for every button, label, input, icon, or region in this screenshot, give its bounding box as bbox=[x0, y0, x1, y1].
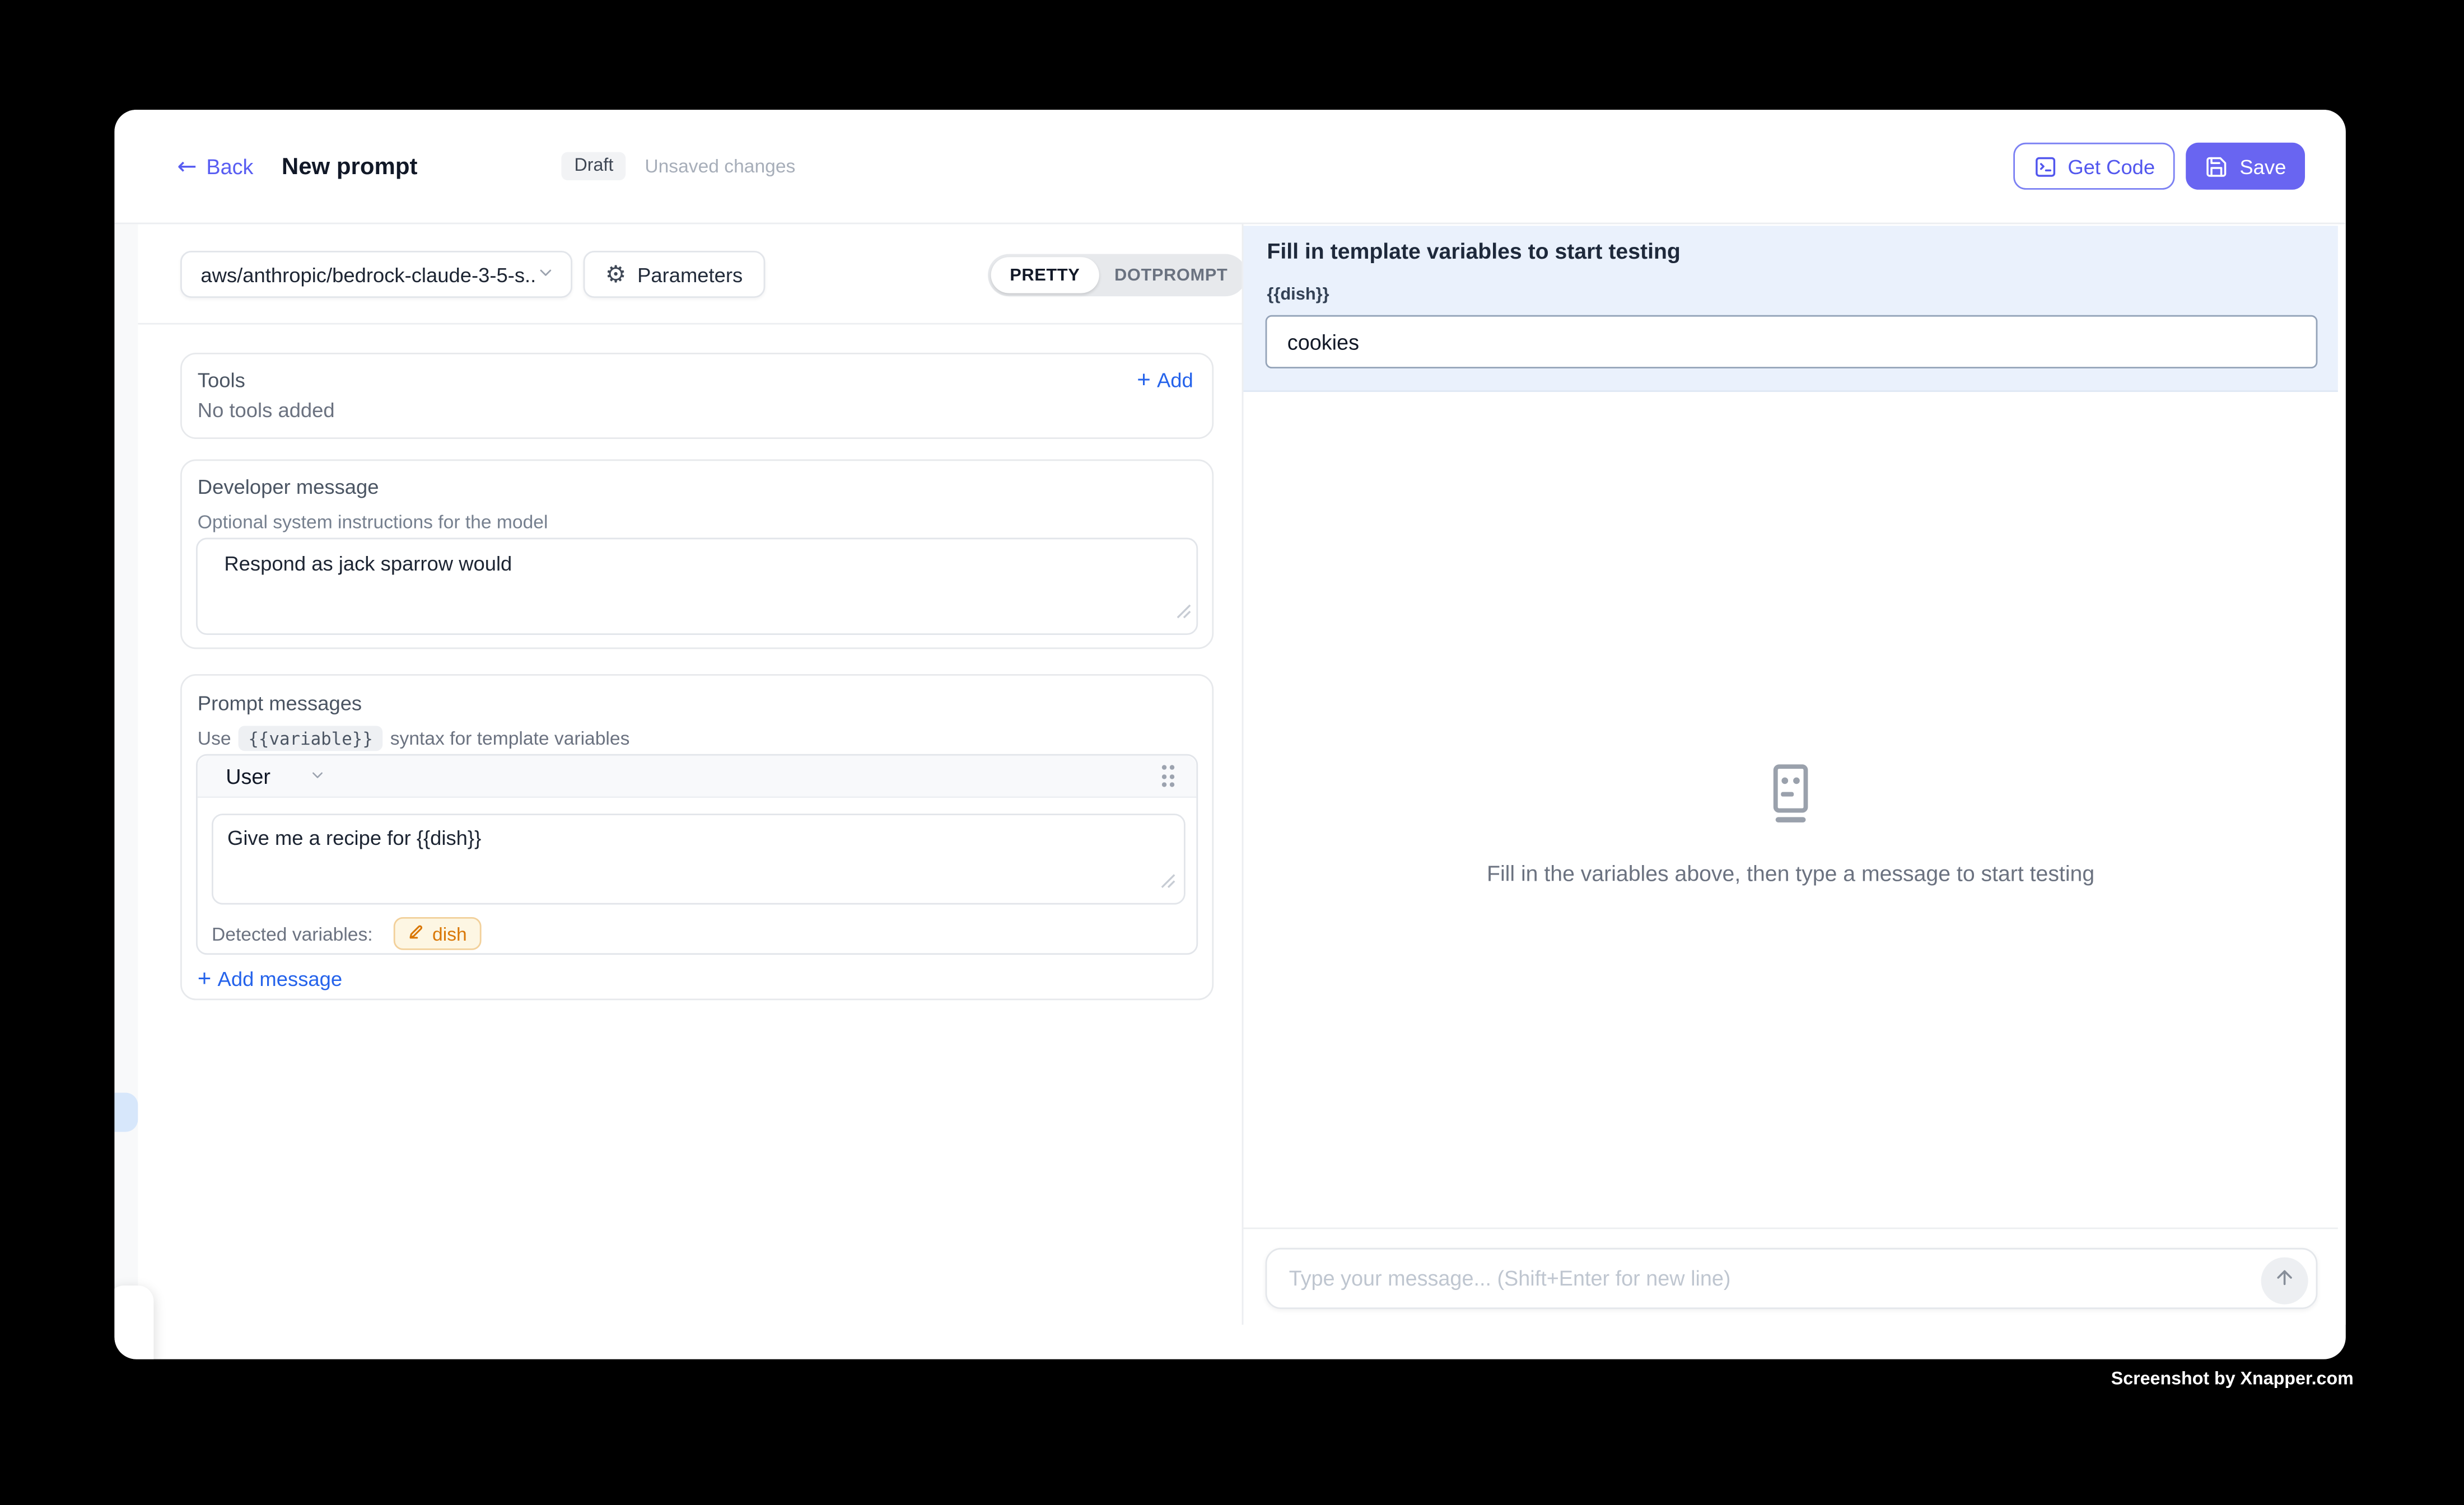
save-icon bbox=[2205, 155, 2229, 178]
terminal-icon bbox=[2033, 155, 2057, 178]
send-button[interactable] bbox=[2261, 1256, 2308, 1303]
add-message-button[interactable]: + Add message bbox=[198, 968, 342, 991]
chat-input-bar bbox=[1243, 1227, 2337, 1325]
toggle-option-dotprompt[interactable]: DOTPROMPT bbox=[1099, 257, 1243, 293]
tools-empty-text: No tools added bbox=[198, 398, 1193, 422]
message-header: User bbox=[198, 756, 1197, 798]
arrow-up-icon bbox=[2274, 1266, 2295, 1293]
developer-message-card: Developer message Optional system instru… bbox=[180, 459, 1214, 649]
developer-message-title: Developer message bbox=[198, 475, 1212, 498]
tools-card: Tools + Add No tools added bbox=[180, 353, 1214, 439]
message-block: User Give me a recipe for {{dish}} Detec… bbox=[196, 754, 1198, 955]
variables-panel-title: Fill in template variables to start test… bbox=[1267, 239, 1680, 264]
drag-handle-icon[interactable] bbox=[1161, 765, 1174, 787]
hint-prefix: Use bbox=[198, 727, 231, 749]
chat-message-input[interactable] bbox=[1289, 1250, 2167, 1308]
get-code-button[interactable]: Get Code bbox=[2013, 143, 2175, 190]
back-label: Back bbox=[206, 155, 253, 178]
back-button[interactable]: ← Back bbox=[177, 155, 253, 178]
detected-variables-label: Detected variables: bbox=[212, 923, 373, 945]
format-toggle[interactable]: PRETTY DOTPROMPT bbox=[988, 254, 1247, 297]
parameters-button[interactable]: ⚙ Parameters bbox=[584, 251, 765, 298]
corner-popover-peek bbox=[114, 1286, 153, 1359]
chevron-down-icon bbox=[536, 263, 556, 286]
chevron-down-icon bbox=[308, 764, 325, 788]
plus-icon: + bbox=[1137, 368, 1151, 392]
variables-panel: Fill in template variables to start test… bbox=[1243, 226, 2337, 392]
add-tool-button[interactable]: + Add bbox=[1137, 368, 1193, 392]
variable-chip-label: dish bbox=[432, 923, 467, 945]
prompt-editor-pane: aws/anthropic/bedrock-claude-3-5-s... ⚙ … bbox=[138, 224, 1242, 1359]
gear-icon: ⚙ bbox=[605, 263, 627, 286]
variable-syntax-hint: Use {{variable}} syntax for template var… bbox=[198, 726, 1212, 751]
test-pane: Fill in template variables to start test… bbox=[1242, 224, 2346, 1325]
add-message-label: Add message bbox=[218, 968, 343, 991]
model-select[interactable]: aws/anthropic/bedrock-claude-3-5-s... bbox=[180, 251, 572, 298]
tools-title: Tools bbox=[198, 368, 245, 392]
prompt-messages-card: Prompt messages Use {{variable}} syntax … bbox=[180, 674, 1214, 1000]
message-role-select[interactable]: User bbox=[226, 764, 325, 788]
sidebar-edge-peek bbox=[114, 224, 138, 1288]
editor-toolbar: aws/anthropic/bedrock-claude-3-5-s... ⚙ … bbox=[138, 224, 1242, 324]
app-window: ← Back New prompt Draft Unsaved changes … bbox=[114, 110, 2345, 1359]
pencil-icon bbox=[407, 923, 424, 945]
hint-suffix: syntax for template variables bbox=[390, 727, 630, 749]
variable-syntax-code: {{variable}} bbox=[239, 726, 382, 751]
model-select-value: aws/anthropic/bedrock-claude-3-5-s... bbox=[200, 263, 536, 286]
save-label: Save bbox=[2239, 155, 2286, 178]
bot-face-icon bbox=[1760, 807, 1822, 834]
header-actions: Get Code Save bbox=[2013, 143, 2305, 190]
get-code-label: Get Code bbox=[2068, 155, 2155, 178]
empty-state-text: Fill in the variables above, then type a… bbox=[1243, 861, 2337, 886]
add-tool-label: Add bbox=[1157, 368, 1193, 392]
chat-input-container bbox=[1266, 1248, 2318, 1309]
unsaved-changes-text: Unsaved changes bbox=[645, 155, 795, 177]
save-button[interactable]: Save bbox=[2186, 143, 2305, 190]
plus-icon: + bbox=[198, 968, 212, 991]
variable-value-input[interactable] bbox=[1266, 315, 2318, 368]
detected-variables-row: Detected variables: dish bbox=[212, 917, 481, 950]
header: ← Back New prompt Draft Unsaved changes … bbox=[114, 110, 2345, 224]
empty-state: Fill in the variables above, then type a… bbox=[1243, 764, 2337, 886]
sidebar-active-item-peek bbox=[114, 1093, 138, 1132]
developer-message-subtitle: Optional system instructions for the mod… bbox=[198, 511, 1212, 533]
status-badge: Draft bbox=[562, 152, 626, 180]
variable-name-label: {{dish}} bbox=[1267, 286, 1329, 305]
watermark-text: Screenshot by Xnapper.com bbox=[2111, 1370, 2354, 1389]
message-role-value: User bbox=[226, 764, 270, 788]
prompt-messages-title: Prompt messages bbox=[198, 691, 1212, 715]
toggle-option-pretty[interactable]: PRETTY bbox=[991, 257, 1099, 293]
message-textarea[interactable]: Give me a recipe for {{dish}} bbox=[212, 814, 1186, 904]
variable-chip-dish[interactable]: dish bbox=[393, 917, 481, 950]
parameters-label: Parameters bbox=[637, 263, 743, 286]
screenshot-stage: ← Back New prompt Draft Unsaved changes … bbox=[0, 0, 2464, 1505]
back-arrow-icon: ← bbox=[177, 155, 197, 178]
developer-message-textarea[interactable]: Respond as jack sparrow would bbox=[196, 538, 1198, 635]
page-title: New prompt bbox=[282, 153, 418, 180]
